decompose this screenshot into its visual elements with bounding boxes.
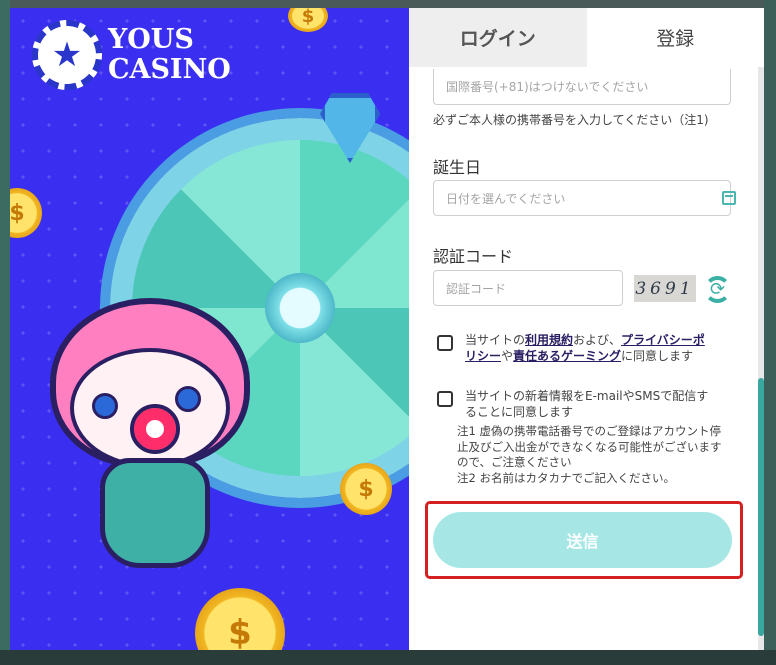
terms-link[interactable]: 利用規約 [525, 333, 573, 347]
mascot-eye [175, 386, 201, 412]
refresh-icon[interactable]: ⟳ [704, 276, 731, 303]
logo-line2: CASINO [108, 54, 231, 85]
logo-text: YOUS CASINO [108, 25, 231, 85]
captcha-image: 3691 [634, 275, 696, 302]
newsletter-text: 当サイトの新着情報をE-mailやSMSで配信することに同意します [465, 389, 709, 419]
terms-prefix: 当サイトの [465, 333, 526, 347]
backdrop [0, 650, 776, 665]
mascot-nose [130, 404, 180, 454]
terms-suffix: に同意します [621, 349, 694, 363]
star-chip-icon: ★ [32, 20, 102, 90]
mascot-eye [92, 393, 118, 419]
note-1: 注1 虚偽の携帯電話番号でのご登録はアカウント停止及びご入出金ができなくなる可能… [457, 424, 722, 469]
submit-button[interactable]: 送信 [433, 512, 732, 568]
newsletter-checkbox[interactable] [437, 391, 453, 407]
promo-artwork: $ $ $ $ ★ YOUS CASINO [10, 8, 409, 650]
phone-input[interactable]: 国際番号(+81)はつけないでください [433, 69, 731, 105]
phone-hint: 必ずご本人様の携帯番号を入力してください（注1) [433, 113, 709, 127]
phone-placeholder: 国際番号(+81)はつけないでください [446, 80, 649, 94]
coin-icon: $ [340, 463, 392, 515]
scrollbar-thumb[interactable] [758, 378, 764, 636]
site-logo: ★ YOUS CASINO [32, 20, 231, 90]
terms-mid1: および、 [573, 333, 622, 347]
birthday-input[interactable]: 日付を選んでください [433, 180, 731, 216]
verification-label: 認証コード [433, 247, 514, 266]
responsible-gaming-link[interactable]: 責任あるゲーミング [513, 349, 621, 363]
wheel-hub [265, 273, 335, 343]
terms-mid2: や [501, 349, 514, 363]
verification-input[interactable]: 認証コード [433, 270, 623, 306]
tab-login[interactable]: ログイン [409, 8, 587, 67]
birthday-label: 誕生日 [433, 158, 482, 177]
logo-line1: YOUS [108, 24, 194, 55]
auth-tabs: ログイン 登録 [409, 8, 764, 67]
backdrop [0, 0, 10, 665]
backdrop [764, 0, 776, 665]
verification-placeholder: 認証コード [446, 281, 507, 296]
terms-checkbox[interactable] [437, 335, 453, 351]
terms-text: 当サイトの利用規約および、プライバシーポリシーや責任あるゲーミングに同意します [465, 332, 715, 364]
note-2: 注2 お名前はカタカナでご記入ください。 [457, 470, 675, 485]
calendar-icon[interactable] [722, 191, 736, 205]
birthday-placeholder: 日付を選んでください [446, 191, 566, 206]
notes: 注1 虚偽の携帯電話番号でのご登録はアカウント停止及びご入出金ができなくなる可能… [457, 424, 727, 486]
tab-register[interactable]: 登録 [586, 8, 764, 67]
mascot-body [100, 458, 210, 568]
